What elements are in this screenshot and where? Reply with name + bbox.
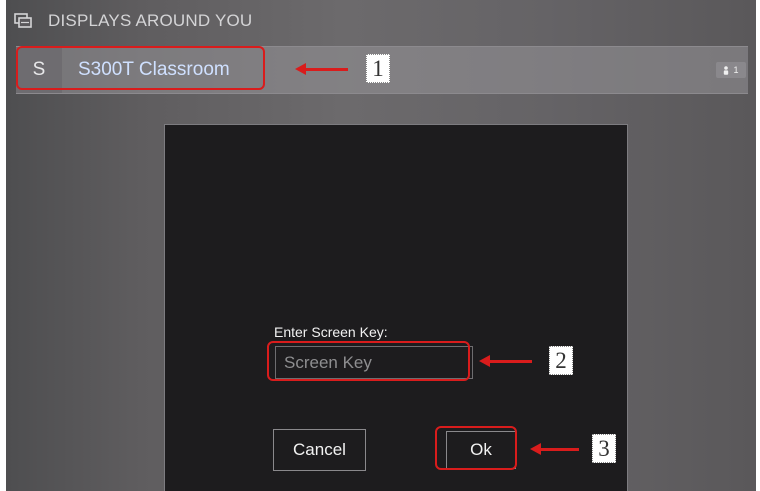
step-number-2: 2 [549, 346, 573, 375]
highlight-screen-key [267, 341, 470, 381]
screen-key-dialog: Enter Screen Key: Cancel Ok [164, 124, 628, 491]
step-number-1: 1 [366, 54, 390, 83]
cancel-button[interactable]: Cancel [273, 429, 366, 471]
displays-icon [14, 13, 32, 28]
step-number-3: 3 [592, 434, 616, 463]
user-count: 1 [733, 65, 739, 75]
arrow-1 [295, 63, 348, 74]
user-count-badge: 1 [716, 62, 746, 78]
displays-header: DISPLAYS AROUND YOU [6, 0, 756, 42]
header-title: DISPLAYS AROUND YOU [48, 11, 253, 30]
arrow-3 [530, 443, 579, 454]
person-icon [724, 65, 729, 75]
arrow-2 [479, 355, 532, 366]
app-screen: DISPLAYS AROUND YOU S S300T Classroom 1 … [6, 0, 756, 491]
screen-key-label: Enter Screen Key: [274, 324, 388, 340]
highlight-device [16, 46, 265, 90]
highlight-ok [435, 426, 517, 470]
